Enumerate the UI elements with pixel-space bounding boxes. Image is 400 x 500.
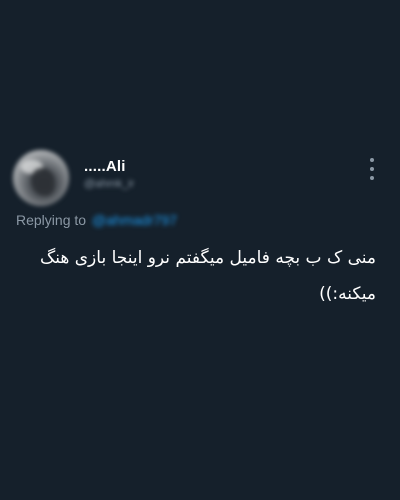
tweet-card[interactable]: .....Ali @ahmk_ir Replying to @ahmadr797… [0,0,400,500]
more-dot [370,158,374,162]
replying-to-line: Replying to @ahmadr797 [16,212,177,228]
avatar[interactable] [13,150,69,206]
replying-to-handle[interactable]: @ahmadr797 [92,212,177,228]
user-handle[interactable]: @ahmk_ir [84,178,134,190]
more-dot [370,167,374,171]
more-dot [370,176,374,180]
avatar-figure [31,168,55,196]
replying-to-label: Replying to [16,212,87,228]
tweet-text: منی ک ب بچه فامیل میگفتم نرو اینجا بازی … [40,248,376,304]
more-vertical-icon[interactable] [362,156,382,182]
display-name[interactable]: .....Ali [84,158,126,175]
